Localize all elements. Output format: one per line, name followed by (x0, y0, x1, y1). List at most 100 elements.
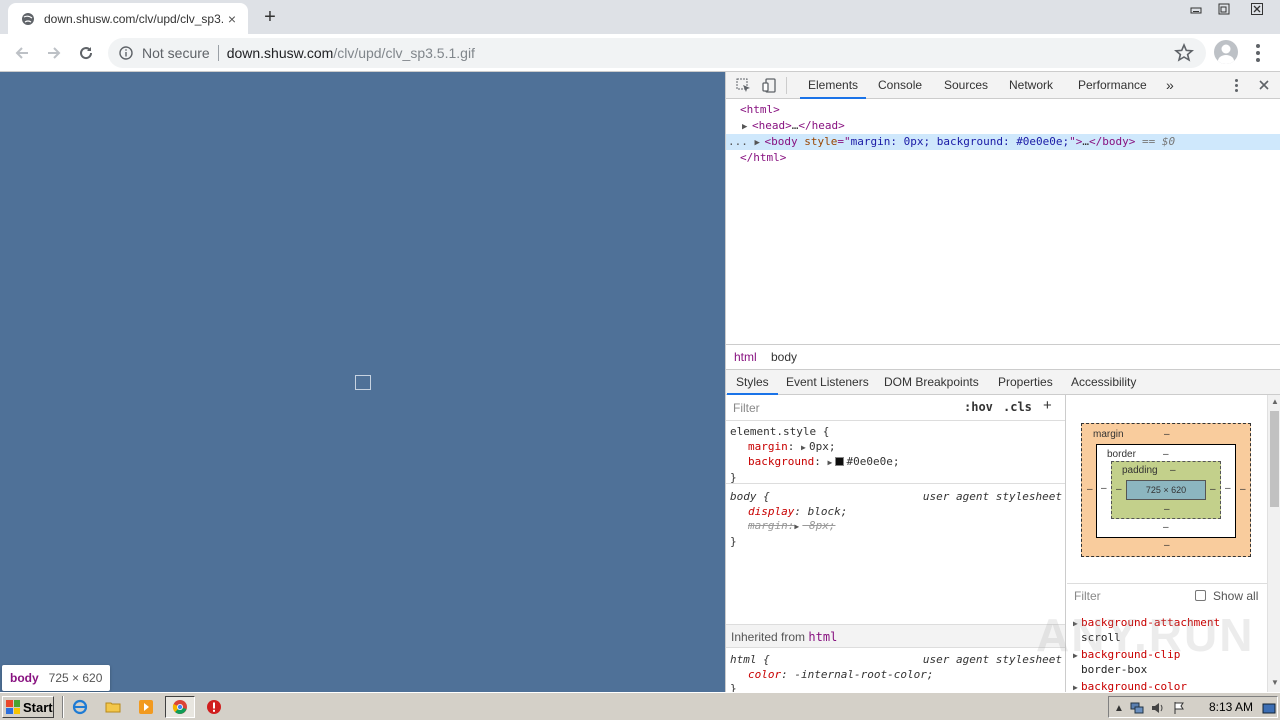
devtools-close-icon[interactable] (1255, 76, 1273, 94)
info-icon[interactable] (118, 45, 134, 61)
back-icon[interactable] (8, 39, 36, 67)
system-tray: ▲ 8:13 AM (1108, 696, 1278, 718)
prop-value: 0px; (809, 439, 836, 453)
box-model-padding[interactable]: padding – – – – 725 × 620 (1111, 461, 1221, 519)
action-center-flag-icon[interactable] (1171, 700, 1187, 716)
box-border-label: border (1107, 449, 1136, 460)
inherited-link[interactable]: html (808, 630, 837, 644)
expand-triangle-icon[interactable]: ▶ (742, 119, 752, 135)
show-all-label[interactable]: Show all (1213, 589, 1258, 603)
tray-expand-icon[interactable]: ▲ (1111, 700, 1127, 716)
tab-sources[interactable]: Sources (936, 72, 996, 99)
omnibox[interactable]: Not secure down.shusw.com/clv/upd/clv_sp… (108, 38, 1206, 68)
breadcrumb-body[interactable]: body (764, 345, 804, 369)
rule-close: } (730, 682, 737, 692)
dom-node-head[interactable]: ▶ <head>…</head> (726, 118, 1280, 134)
new-tab-button[interactable]: + (258, 5, 282, 29)
css-property-overridden: margin:▶ 8px; (730, 519, 1062, 535)
window-close-icon[interactable] (1238, 0, 1276, 18)
color-swatch-icon[interactable] (835, 457, 845, 466)
dom-node-body-selected[interactable]: ... ▶ <body style="margin: 0px; backgroun… (726, 134, 1280, 150)
page-viewport[interactable]: body 725 × 620 (0, 72, 725, 692)
media-player-icon[interactable] (136, 697, 156, 717)
tab-accessibility[interactable]: Accessibility (1062, 370, 1145, 395)
show-desktop-icon[interactable] (1261, 700, 1277, 716)
start-button[interactable]: Start (2, 696, 54, 718)
url-text[interactable]: down.shusw.com/clv/upd/clv_sp3.5.1.gif (227, 45, 475, 61)
styles-subtabbar: Styles Event Listeners DOM Breakpoints P… (726, 370, 1280, 395)
box-model-margin[interactable]: margin – – – – border – – – – padding – … (1081, 423, 1251, 557)
tab-styles[interactable]: Styles (727, 370, 778, 395)
scroll-up-icon[interactable]: ▲ (1268, 397, 1280, 409)
rule-selector[interactable]: element.style { (730, 425, 1062, 440)
computed-prop-value: border-box (1081, 663, 1148, 676)
browser-tab[interactable]: down.shusw.com/clv/upd/clv_sp3.5 × (8, 3, 248, 34)
expand-triangle-icon[interactable]: ▶ (1073, 681, 1081, 692)
box-dash: – (1164, 540, 1170, 551)
breadcrumb-html[interactable]: html (727, 345, 764, 369)
show-all-checkbox[interactable] (1195, 590, 1206, 601)
tab-elements[interactable]: Elements (800, 72, 867, 99)
tab-performance[interactable]: Performance (1070, 72, 1155, 99)
dom-node-html-open[interactable]: <html> (726, 102, 1280, 118)
security-label[interactable]: Not secure (142, 45, 210, 61)
expand-triangle-icon[interactable]: ▶ (755, 135, 765, 151)
stop-alert-icon[interactable] (204, 697, 224, 717)
dom-text: </head> (798, 119, 845, 132)
bookmark-star-icon[interactable] (1173, 42, 1195, 63)
internet-explorer-icon[interactable] (70, 697, 90, 717)
css-property[interactable]: background: ▶ #0e0e0e; (730, 455, 1062, 471)
node-actions-dots[interactable]: ... (728, 135, 748, 148)
box-model-content[interactable]: 725 × 620 (1126, 480, 1206, 500)
system-clock[interactable]: 8:13 AM (1209, 700, 1253, 714)
css-property[interactable]: margin: ▶ 0px; (730, 440, 1062, 456)
styles-filter-input[interactable]: Filter (733, 401, 760, 415)
prop-name: display (748, 504, 795, 518)
forward-icon[interactable] (40, 39, 68, 67)
computed-scrollbar[interactable]: ▲ ▼ (1267, 395, 1280, 692)
chrome-taskbar-button[interactable] (165, 696, 195, 718)
tab-network[interactable]: Network (1001, 72, 1061, 99)
profile-avatar-icon[interactable] (1214, 40, 1238, 64)
expand-triangle-icon[interactable]: ▶ (827, 456, 835, 471)
cls-button[interactable]: .cls (1003, 400, 1032, 414)
devtools-menu-icon[interactable] (1227, 76, 1245, 94)
tab-properties[interactable]: Properties (989, 370, 1062, 395)
tab-console[interactable]: Console (870, 72, 930, 99)
expand-triangle-icon[interactable]: ▶ (801, 441, 809, 456)
box-dash: – (1116, 484, 1122, 495)
tab-close-icon[interactable]: × (224, 11, 240, 27)
more-tabs-icon[interactable]: » (1158, 72, 1182, 99)
url-path: /clv/upd/clv_sp3.5.1.gif (333, 45, 475, 61)
scroll-down-icon[interactable]: ▼ (1268, 678, 1280, 690)
box-dash: – (1164, 429, 1170, 440)
reload-icon[interactable] (72, 39, 100, 67)
computed-filter-bar: Filter Show all (1067, 583, 1267, 607)
computed-property[interactable]: ▶ background-color (1073, 680, 1187, 692)
volume-icon[interactable] (1149, 700, 1165, 716)
minimize-icon[interactable] (1182, 0, 1210, 18)
device-toolbar-icon[interactable] (760, 76, 778, 94)
tab-event-listeners[interactable]: Event Listeners (777, 370, 878, 395)
inspect-element-icon[interactable] (734, 76, 752, 94)
css-property: display: block; (748, 504, 848, 518)
computed-filter-input[interactable]: Filter (1074, 589, 1101, 603)
hov-button[interactable]: :hov (964, 400, 993, 414)
box-dash: – (1225, 483, 1231, 494)
dom-text: "> (1069, 135, 1083, 148)
folder-icon[interactable] (103, 697, 123, 717)
box-model-border[interactable]: border – – – – padding – – – – 725 × 620 (1096, 444, 1236, 538)
tab-dom-breakpoints[interactable]: DOM Breakpoints (875, 370, 988, 395)
network-icon[interactable] (1129, 700, 1145, 716)
taskbar-divider (62, 696, 64, 718)
restore-icon[interactable] (1210, 0, 1238, 18)
chrome-menu-icon[interactable] (1248, 42, 1268, 64)
scrollbar-thumb[interactable] (1270, 411, 1279, 507)
windows-logo-icon (6, 700, 20, 714)
inherited-header: Inherited from html (726, 624, 1065, 648)
box-dash: – (1087, 484, 1093, 495)
new-style-rule-button[interactable]: + (1043, 397, 1052, 414)
dom-text: </body> (1089, 135, 1136, 148)
dom-node-html-close[interactable]: </html> (726, 150, 1280, 166)
dom-attr-name: style (804, 135, 838, 148)
